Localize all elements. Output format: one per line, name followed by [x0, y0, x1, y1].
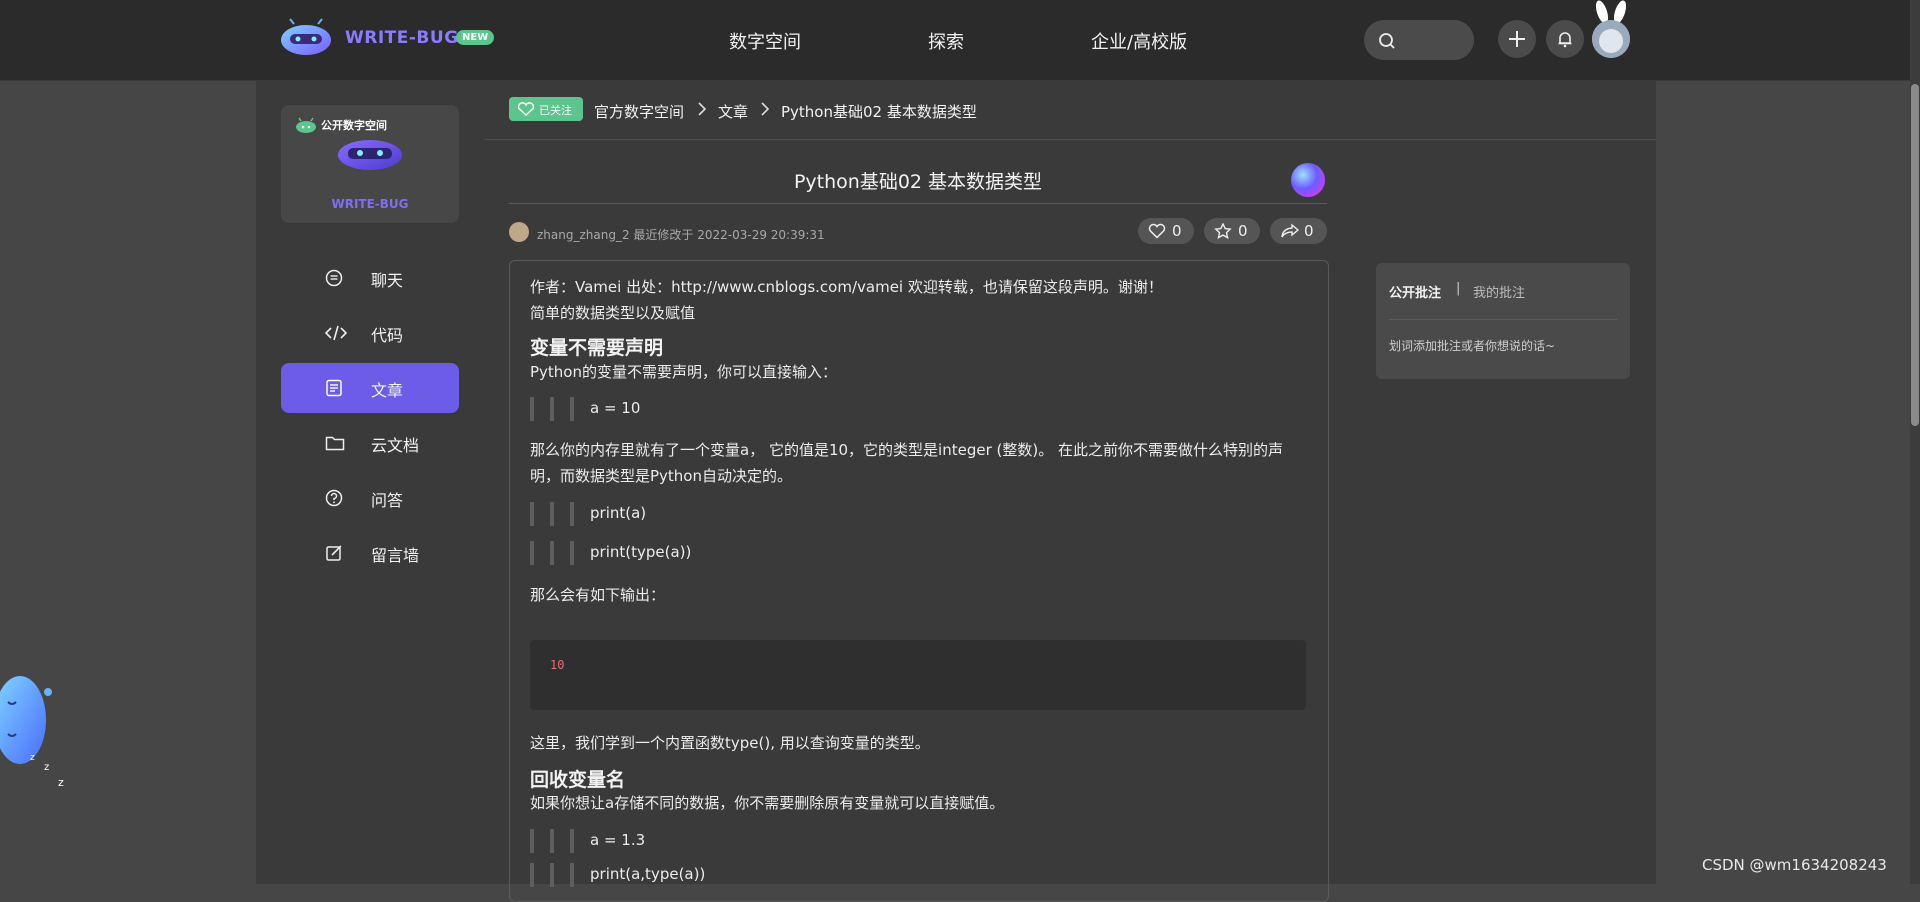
article-icon [326, 379, 342, 397]
sidebar-item-label: 聊天 [371, 271, 404, 290]
annotation-divider [1389, 319, 1617, 320]
like-button[interactable]: 0 [1138, 218, 1194, 244]
sidebar-item-code[interactable]: 代码 [281, 308, 459, 358]
quote-text: a = 10 [590, 399, 641, 417]
sidebar-item-label: 文章 [371, 381, 404, 400]
followed-button[interactable]: 已关注 [509, 97, 583, 121]
sidebar-item-label: 留言墙 [371, 546, 420, 565]
article-meta: zhang_zhang_2 最近修改于 2022-03-29 20:39:31 [537, 228, 825, 242]
search-icon [1379, 33, 1395, 49]
heart-icon [1148, 223, 1166, 239]
planet-icon[interactable] [1291, 163, 1325, 197]
star-icon [1214, 223, 1232, 239]
main-content: 已关注 官方数字空间 文章 Python基础02 基本数据类型 Python基础… [484, 81, 1656, 902]
question-icon [325, 489, 343, 507]
sidebar-item-label: 代码 [371, 326, 404, 345]
quote-text: print(a,type(a)) [590, 865, 706, 883]
article-paragraph: 这里，我们学到一个内置函数type(), 用以查询变量的类型。 [530, 734, 930, 752]
robot-icon [296, 117, 316, 133]
tab-my-annotations[interactable]: 我的批注 [1473, 282, 1525, 301]
chevron-right-icon [761, 102, 770, 116]
chevron-right-icon [698, 102, 707, 116]
nav-enterprise[interactable]: 企业/高校版 [1091, 28, 1187, 54]
section-heading: 回收变量名 [530, 769, 626, 791]
folder-icon [325, 436, 345, 451]
chat-icon [325, 269, 343, 287]
nav-explore[interactable]: 探索 [928, 28, 964, 54]
svg-text:z: z [58, 776, 64, 789]
share-count: 0 [1304, 222, 1314, 240]
author-avatar[interactable] [509, 222, 529, 242]
watermark: CSDN @wm1634208243 [1702, 856, 1887, 874]
user-avatar[interactable] [1592, 0, 1630, 58]
bell-icon [1558, 32, 1572, 48]
edit-icon [326, 545, 342, 561]
article-paragraph: 简单的数据类型以及赋值 [530, 304, 696, 322]
sleeping-mascot-icon[interactable]: z z z [0, 662, 70, 790]
breadcrumb-article[interactable]: 文章 [718, 101, 748, 122]
section-heading: 变量不需要声明 [530, 337, 664, 359]
tab-public-annotations[interactable]: 公开批注 [1389, 282, 1441, 301]
tab-separator: | [1456, 281, 1461, 296]
heart-chat-icon [517, 102, 535, 116]
search-input[interactable] [1364, 20, 1474, 60]
followed-label: 已关注 [539, 104, 572, 117]
article-paragraph: 如果你想让a存储不同的数据，你不需要删除原有变量就可以直接赋值。 [530, 794, 1005, 812]
quote-text: a = 1.3 [590, 831, 646, 849]
blockquote: a = 10 [530, 397, 930, 423]
mascot-logo-icon [338, 140, 402, 170]
add-button[interactable] [1498, 20, 1536, 58]
code-text: 10 [550, 658, 565, 672]
svg-text:z: z [30, 753, 35, 763]
title-divider [509, 203, 1327, 204]
sidebar-item-article[interactable]: 文章 [281, 363, 459, 413]
sidebar-item-label: 云文档 [371, 436, 420, 455]
logo-mascot-icon[interactable] [280, 18, 332, 56]
nav-digital-space[interactable]: 数字空间 [729, 28, 801, 54]
like-count: 0 [1172, 222, 1182, 240]
brand-name[interactable]: WRITE-BUG [345, 28, 459, 48]
bunny-avatar-icon [1592, 0, 1630, 58]
article-paragraph: 作者：Vamei 出处：http://www.cnblogs.com/vamei… [530, 278, 1163, 296]
notification-button[interactable] [1546, 20, 1584, 58]
article-paragraph: 那么你的内存里就有了一个变量a， 它的值是10，它的类型是integer (整数… [530, 441, 1283, 485]
breadcrumb-official-space[interactable]: 官方数字空间 [594, 101, 684, 122]
breadcrumb-current: Python基础02 基本数据类型 [781, 103, 977, 121]
blockquote: print(a) [530, 502, 930, 528]
left-sidebar: 公开数字空间 WRITE-BUG 聊天 代码 文章 云文档 问答 留言墙 [256, 81, 484, 884]
sidebar-item-message-wall[interactable]: 留言墙 [281, 528, 459, 578]
sidebar-item-label: 问答 [371, 491, 404, 510]
sidebar-item-chat[interactable]: 聊天 [281, 253, 459, 303]
blockquote: a = 1.3 [530, 829, 930, 855]
star-count: 0 [1238, 222, 1248, 240]
share-icon [1281, 223, 1300, 238]
share-button[interactable]: 0 [1270, 218, 1327, 244]
star-button[interactable]: 0 [1204, 218, 1260, 244]
annotation-hint: 划词添加批注或者你想说的话~ [1389, 339, 1556, 353]
article-title: Python基础02 基本数据类型 [793, 171, 1043, 193]
svg-text:z: z [44, 762, 49, 773]
plus-icon [1509, 31, 1525, 47]
article-body: 作者：Vamei 出处：http://www.cnblogs.com/vamei… [509, 260, 1329, 902]
blockquote: print(a,type(a)) [530, 863, 930, 889]
sidebar-item-qa[interactable]: 问答 [281, 473, 459, 523]
card-brand: WRITE-BUG [331, 197, 409, 211]
blockquote: print(type(a)) [530, 541, 930, 567]
code-icon [325, 325, 347, 341]
breadcrumb: 已关注 官方数字空间 文章 Python基础02 基本数据类型 [484, 81, 1656, 140]
article-paragraph: 那么会有如下输出： [530, 586, 666, 604]
top-navbar: WRITE-BUG NEW 数字空间 探索 企业/高校版 [0, 0, 1920, 81]
public-space-card[interactable]: 公开数字空间 WRITE-BUG [281, 105, 459, 223]
quote-text: print(type(a)) [590, 543, 692, 561]
scrollbar-thumb[interactable] [1911, 84, 1919, 426]
quote-text: print(a) [590, 504, 647, 522]
code-block[interactable]: 10 [530, 640, 1306, 710]
new-badge: NEW [456, 30, 495, 45]
annotation-panel: 公开批注 | 我的批注 划词添加批注或者你想说的话~ [1376, 263, 1630, 379]
sidebar-item-cloud-docs[interactable]: 云文档 [281, 418, 459, 468]
article-paragraph: Python的变量不需要声明，你可以直接输入： [530, 363, 837, 381]
